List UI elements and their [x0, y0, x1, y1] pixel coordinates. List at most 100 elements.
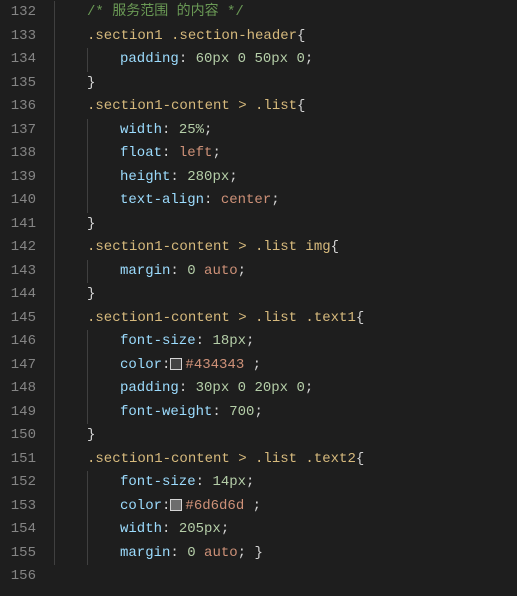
line-number: 140	[0, 189, 36, 213]
token: 0	[296, 51, 304, 67]
code-line[interactable]: font-weight: 700;	[54, 401, 517, 425]
token: }	[254, 545, 262, 561]
code-line[interactable]: .section1 .section-header{	[54, 25, 517, 49]
token: :	[196, 474, 213, 490]
token: auto	[204, 263, 238, 279]
token: margin	[120, 545, 170, 561]
token: .section1-content > .list .text2	[87, 451, 356, 467]
line-number: 139	[0, 166, 36, 190]
token: ;	[305, 51, 313, 67]
code-line[interactable]: width: 205px;	[54, 518, 517, 542]
line-number: 153	[0, 495, 36, 519]
code-line[interactable]: margin: 0 auto;	[54, 260, 517, 284]
token: :	[179, 380, 196, 396]
line-number: 148	[0, 377, 36, 401]
code-line[interactable]: text-align: center;	[54, 189, 517, 213]
token: 50px	[254, 51, 288, 67]
code-line[interactable]: }	[54, 72, 517, 96]
code-line[interactable]: padding: 30px 0 20px 0;	[54, 377, 517, 401]
line-number: 155	[0, 542, 36, 566]
line-number: 143	[0, 260, 36, 284]
code-line[interactable]: color:#6d6d6d ;	[54, 495, 517, 519]
token: 0	[238, 51, 246, 67]
token	[196, 263, 204, 279]
code-editor[interactable]: 1321331341351361371381391401411421431441…	[0, 0, 517, 596]
line-number: 149	[0, 401, 36, 425]
token: ;	[204, 122, 212, 138]
line-number: 145	[0, 307, 36, 331]
token: float	[120, 145, 162, 161]
token: 0	[187, 263, 195, 279]
token: text-align	[120, 192, 204, 208]
token: #6d6d6d	[185, 498, 252, 514]
code-line[interactable]: .section1-content > .list .text2{	[54, 448, 517, 472]
token: font-size	[120, 474, 196, 490]
token: height	[120, 169, 170, 185]
token: :	[212, 404, 229, 420]
color-swatch[interactable]	[170, 358, 182, 370]
token: ;	[229, 169, 237, 185]
token: margin	[120, 263, 170, 279]
token: :	[162, 145, 179, 161]
token: :	[170, 263, 187, 279]
line-number: 142	[0, 236, 36, 260]
token: }	[87, 75, 95, 91]
token: /* 服务范围 的内容 */	[87, 4, 244, 20]
token: 700	[229, 404, 254, 420]
code-line[interactable]	[54, 565, 517, 589]
code-line[interactable]: font-size: 18px;	[54, 330, 517, 354]
token: {	[297, 28, 305, 44]
token: ;	[238, 263, 246, 279]
token: width	[120, 521, 162, 537]
code-line[interactable]: /* 服务范围 的内容 */	[54, 1, 517, 25]
token: {	[356, 451, 364, 467]
line-number: 146	[0, 330, 36, 354]
token: ;	[253, 357, 261, 373]
token: .section1-content > .list .text1	[87, 310, 356, 326]
token: 0	[238, 380, 246, 396]
token: padding	[120, 51, 179, 67]
line-number: 150	[0, 424, 36, 448]
code-line[interactable]: color:#434343 ;	[54, 354, 517, 378]
token: .section1-content > .list	[87, 98, 297, 114]
token: :	[162, 357, 170, 373]
token: color	[120, 498, 162, 514]
token: ;	[254, 404, 262, 420]
token: 0	[296, 380, 304, 396]
code-line[interactable]: .section1-content > .list .text1{	[54, 307, 517, 331]
token: :	[170, 545, 187, 561]
token: auto	[204, 545, 238, 561]
token: 0	[187, 545, 195, 561]
token: 30px	[196, 380, 230, 396]
code-line[interactable]: margin: 0 auto; }	[54, 542, 517, 566]
token: 18px	[212, 333, 246, 349]
code-line[interactable]: }	[54, 424, 517, 448]
code-line[interactable]: font-size: 14px;	[54, 471, 517, 495]
line-number: 136	[0, 95, 36, 119]
code-line[interactable]: }	[54, 213, 517, 237]
code-area[interactable]: /* 服务范围 的内容 */.section1 .section-header{…	[54, 0, 517, 596]
token: 20px	[254, 380, 288, 396]
code-line[interactable]: padding: 60px 0 50px 0;	[54, 48, 517, 72]
token: :	[179, 51, 196, 67]
token: ;	[253, 498, 261, 514]
token: 60px	[196, 51, 230, 67]
token: .section1 .section-header	[87, 28, 297, 44]
code-line[interactable]: width: 25%;	[54, 119, 517, 143]
code-line[interactable]: }	[54, 283, 517, 307]
line-number: 144	[0, 283, 36, 307]
color-swatch[interactable]	[170, 499, 182, 511]
token: }	[87, 216, 95, 232]
code-line[interactable]: float: left;	[54, 142, 517, 166]
token: :	[162, 122, 179, 138]
code-line[interactable]: height: 280px;	[54, 166, 517, 190]
code-line[interactable]: .section1-content > .list img{	[54, 236, 517, 260]
token: ;	[212, 145, 220, 161]
token: :	[162, 521, 179, 537]
line-number: 135	[0, 72, 36, 96]
token: ;	[271, 192, 279, 208]
token: ;	[221, 521, 229, 537]
token: }	[87, 286, 95, 302]
token: :	[204, 192, 221, 208]
code-line[interactable]: .section1-content > .list{	[54, 95, 517, 119]
